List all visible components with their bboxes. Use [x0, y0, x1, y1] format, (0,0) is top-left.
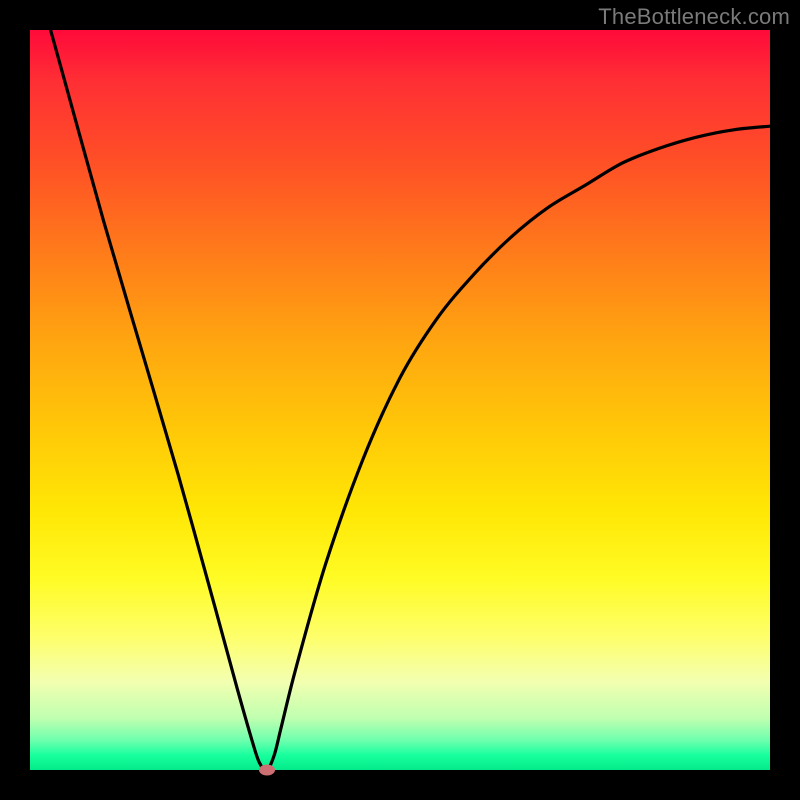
bottleneck-curve [30, 30, 770, 770]
watermark-text: TheBottleneck.com [598, 4, 790, 30]
plot-area [30, 30, 770, 770]
chart-frame: TheBottleneck.com [0, 0, 800, 800]
curve-path [30, 30, 770, 770]
minimum-marker [259, 765, 275, 776]
